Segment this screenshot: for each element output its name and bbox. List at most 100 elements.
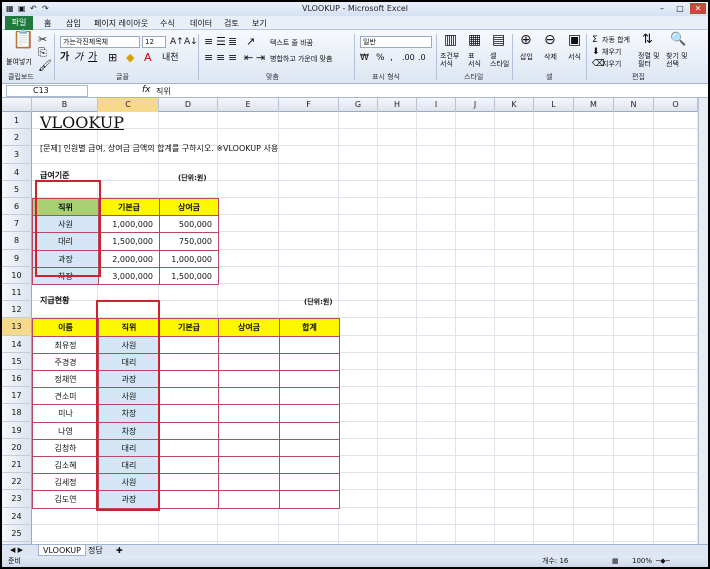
table2-base-pay-cell[interactable] bbox=[159, 387, 219, 406]
wrap-text-button[interactable]: 텍스트 줄 바꿈 bbox=[270, 38, 313, 48]
table2-total-cell[interactable] bbox=[279, 438, 340, 457]
table2-base-pay-cell[interactable] bbox=[159, 370, 219, 389]
paste-button[interactable]: 붙여넣기 bbox=[6, 57, 32, 67]
table2-bonus-cell[interactable] bbox=[218, 473, 280, 492]
font-name-select[interactable]: 가는각진제목체 bbox=[60, 36, 140, 48]
row-header[interactable]: 10 bbox=[2, 266, 32, 284]
table2-total-cell[interactable] bbox=[279, 387, 340, 406]
orientation-icon[interactable]: ↗ bbox=[246, 36, 255, 48]
table2-total-cell[interactable] bbox=[279, 490, 340, 509]
conditional-format-icon[interactable]: ▥ bbox=[444, 33, 457, 47]
column-header[interactable]: B bbox=[32, 98, 98, 112]
outdent-icon[interactable]: ⇥ bbox=[256, 52, 265, 64]
format-table-icon[interactable]: ▦ bbox=[468, 33, 481, 47]
table1-bonus-cell[interactable]: 750,000 bbox=[159, 232, 219, 251]
table2-name-cell[interactable]: 김청하 bbox=[32, 438, 99, 457]
table1-base-pay-cell[interactable]: 2,000,000 bbox=[98, 249, 160, 268]
tab-data[interactable]: 데이터 bbox=[190, 18, 212, 29]
table2-total-cell[interactable] bbox=[279, 352, 340, 371]
table2-header-cell[interactable]: 이름 bbox=[32, 318, 99, 337]
table2-unit[interactable]: (단위:원) bbox=[304, 297, 333, 307]
align-bottom-icon[interactable]: ≣ bbox=[228, 36, 237, 48]
merge-center-button[interactable]: 병합하고 가운데 맞춤 bbox=[270, 54, 332, 64]
grow-font-icon[interactable]: A↑ bbox=[170, 36, 184, 48]
table2-name-cell[interactable]: 김도연 bbox=[32, 490, 99, 509]
problem-text[interactable]: [문제] 인원별 급여, 상여금 금액의 합계를 구하시오. ※VLOOKUP … bbox=[40, 143, 278, 154]
table1-bonus-cell[interactable]: 500,000 bbox=[159, 215, 219, 234]
row-header[interactable]: 15 bbox=[2, 352, 32, 370]
italic-icon[interactable]: 가 bbox=[74, 52, 83, 64]
column-header[interactable]: N bbox=[614, 98, 654, 112]
table1-header-cell[interactable]: 상여금 bbox=[159, 198, 219, 217]
row-header[interactable]: 20 bbox=[2, 438, 32, 456]
table2-total-cell[interactable] bbox=[279, 370, 340, 389]
maximize-button[interactable]: □ bbox=[672, 3, 688, 14]
delete-cells-icon[interactable]: ⊖ bbox=[544, 33, 556, 47]
table2-name-cell[interactable]: 견소미 bbox=[32, 387, 99, 406]
table1-base-pay-cell[interactable]: 3,000,000 bbox=[98, 266, 160, 285]
font-size-select[interactable]: 12 bbox=[142, 36, 166, 48]
format-cells-button[interactable]: 서식 bbox=[568, 52, 581, 62]
percent-icon[interactable]: % bbox=[376, 52, 385, 64]
table1-base-pay-cell[interactable]: 1,500,000 bbox=[98, 232, 160, 251]
insert-function-icon[interactable]: fx bbox=[142, 85, 151, 95]
row-header[interactable]: 17 bbox=[2, 387, 32, 405]
column-header[interactable]: G bbox=[339, 98, 378, 112]
row-header[interactable]: 3 bbox=[2, 146, 32, 164]
shrink-font-icon[interactable]: A↓ bbox=[184, 36, 198, 48]
cell-style-icon[interactable]: ▤ bbox=[492, 33, 505, 47]
worksheet-grid[interactable]: BCDEFGHIJKLMNO 1 2 3 4 5 6 7 8 9 10 11 12 13 14 15 16 17… bbox=[2, 98, 698, 544]
fill-button[interactable]: 채우기 bbox=[602, 47, 621, 57]
zoom-slider[interactable]: ─◆─ bbox=[656, 556, 670, 567]
table2-name-cell[interactable]: 나영 bbox=[32, 421, 99, 440]
decrease-decimal-icon[interactable]: .0 bbox=[418, 52, 426, 64]
table2-base-pay-cell[interactable] bbox=[159, 490, 219, 509]
column-header[interactable]: K bbox=[495, 98, 534, 112]
indent-icon[interactable]: ⇤ bbox=[244, 52, 253, 64]
column-header[interactable]: F bbox=[279, 98, 339, 112]
insert-cells-icon[interactable]: ⊕ bbox=[520, 33, 532, 47]
zoom-level[interactable]: 100% bbox=[632, 556, 652, 567]
increase-decimal-icon[interactable]: .00 bbox=[402, 52, 415, 64]
column-header[interactable]: C bbox=[98, 98, 159, 112]
currency-icon[interactable]: ₩ bbox=[360, 52, 369, 64]
row-header[interactable]: 11 bbox=[2, 284, 32, 302]
border-icon[interactable]: ⊞ bbox=[108, 52, 117, 64]
table2-header-cell[interactable]: 기본급 bbox=[159, 318, 219, 337]
table2-base-pay-cell[interactable] bbox=[159, 352, 219, 371]
column-header[interactable]: H bbox=[378, 98, 417, 112]
table2-name-cell[interactable]: 김세정 bbox=[32, 473, 99, 492]
row-header[interactable]: 14 bbox=[2, 335, 32, 353]
table2-total-cell[interactable] bbox=[279, 456, 340, 475]
table2-base-pay-cell[interactable] bbox=[159, 473, 219, 492]
tab-formulas[interactable]: 수식 bbox=[160, 18, 175, 29]
row-header[interactable]: 22 bbox=[2, 473, 32, 491]
sheet-tab-answer[interactable]: 정답 bbox=[84, 545, 107, 556]
insert-cells-button[interactable]: 삽입 bbox=[520, 52, 533, 62]
new-sheet-icon[interactable]: ✚ bbox=[112, 545, 127, 556]
table2-total-cell[interactable] bbox=[279, 473, 340, 492]
fill-icon[interactable]: ⬇ bbox=[592, 46, 600, 58]
format-painter-icon[interactable]: 🖌 bbox=[38, 60, 52, 72]
table2-title[interactable]: 지급현황 bbox=[40, 295, 69, 306]
align-center-icon[interactable]: ≡ bbox=[216, 52, 225, 64]
table1-bonus-cell[interactable]: 1,000,000 bbox=[159, 249, 219, 268]
row-header[interactable]: 5 bbox=[2, 180, 32, 198]
row-header[interactable]: 2 bbox=[2, 129, 32, 147]
align-left-icon[interactable]: ≡ bbox=[204, 52, 213, 64]
column-header[interactable]: O bbox=[654, 98, 698, 112]
column-header[interactable]: M bbox=[574, 98, 614, 112]
cell-style-button[interactable]: 셀 스타일 bbox=[490, 52, 509, 68]
column-header[interactable]: L bbox=[534, 98, 574, 112]
file-menu-button[interactable]: 파일 bbox=[5, 16, 33, 30]
tab-scroll-icon[interactable]: ◀ ▶ bbox=[6, 545, 27, 556]
format-table-button[interactable]: 표 서식 bbox=[468, 52, 481, 68]
table2-bonus-cell[interactable] bbox=[218, 421, 280, 440]
name-box[interactable]: C13 bbox=[6, 85, 88, 97]
bold-icon[interactable]: 가 bbox=[60, 52, 69, 64]
column-header[interactable]: D bbox=[159, 98, 218, 112]
clear-button[interactable]: 지우기 bbox=[602, 59, 621, 69]
table2-base-pay-cell[interactable] bbox=[159, 438, 219, 457]
row-header[interactable]: 25 bbox=[2, 524, 32, 542]
table2-bonus-cell[interactable] bbox=[218, 352, 280, 371]
